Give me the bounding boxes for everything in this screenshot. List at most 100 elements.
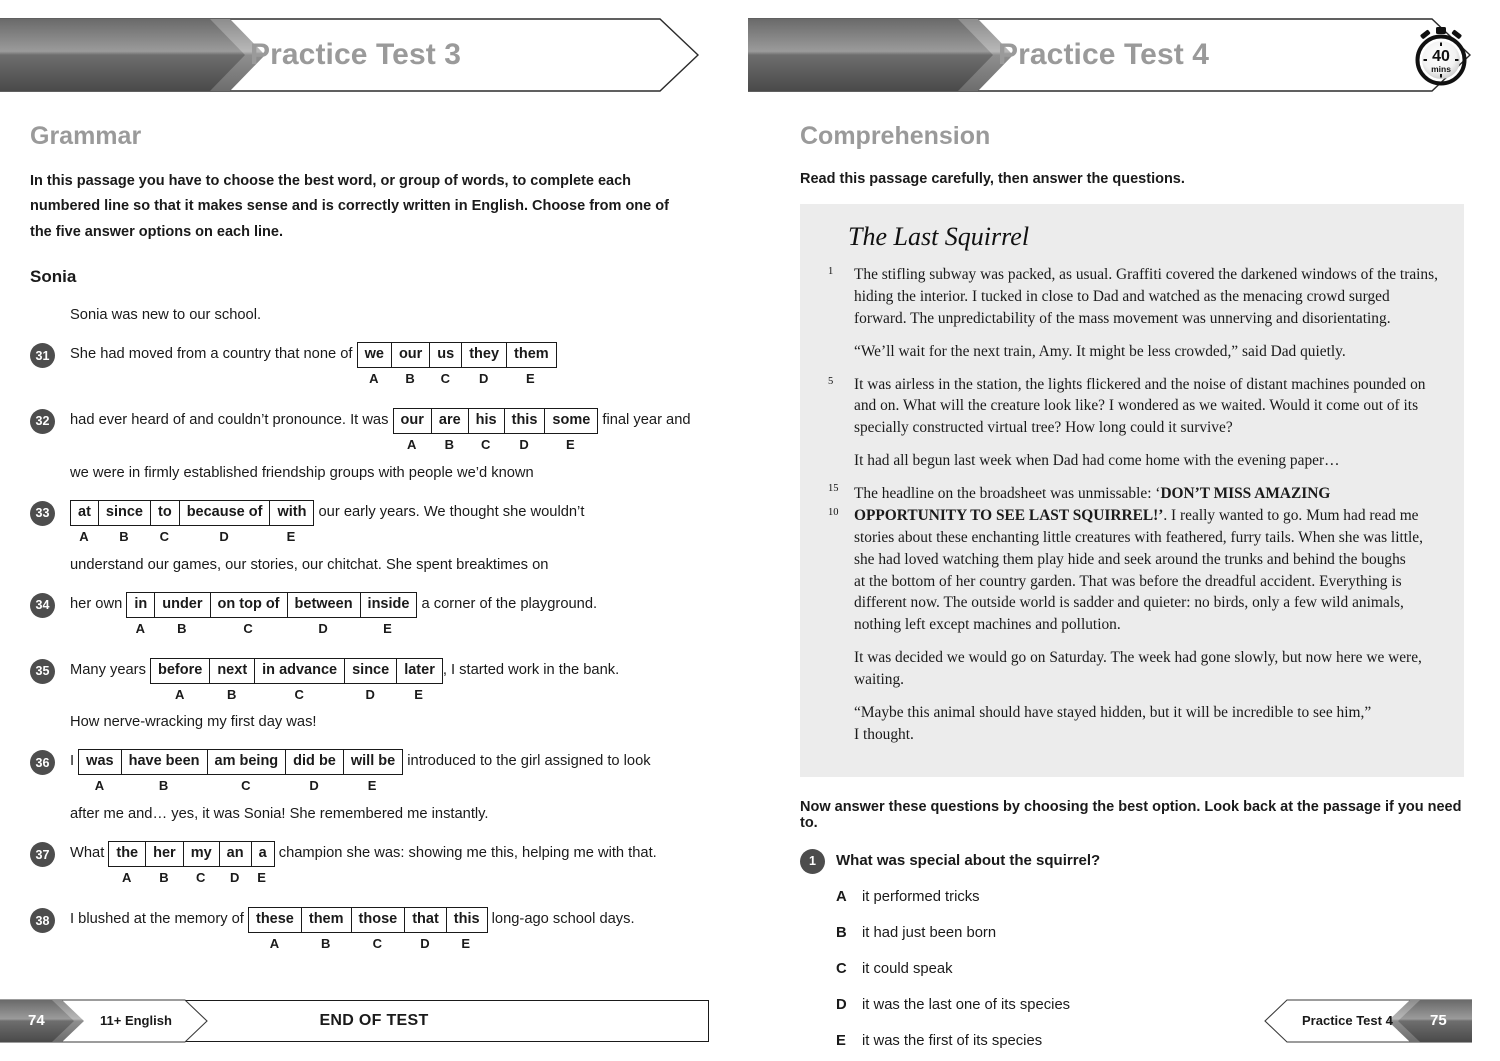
question-line: What the her my an a A B C D E champion she was: …	[70, 841, 718, 888]
option-box[interactable]: between	[288, 592, 361, 617]
answer-option-group: the her my an a A B C D E	[108, 841, 275, 888]
option-box[interactable]: later	[397, 659, 442, 683]
read-instruction: Read this passage carefully, then answer…	[800, 171, 1185, 187]
option-letter: A	[79, 528, 89, 544]
passage-line-number: 15	[828, 483, 839, 494]
passage-line-number: 5	[828, 375, 834, 387]
question-text-before: I blushed at the memory of	[70, 911, 248, 928]
option-letters: A B C D E	[357, 370, 557, 389]
option-box[interactable]: are	[432, 408, 469, 433]
left-footer-label: 11+ English	[100, 1013, 172, 1028]
option-letter: A	[407, 437, 417, 452]
option-box[interactable]: did be	[286, 750, 344, 775]
passage-paragraph: It had all begun last week when Dad had …	[822, 450, 1442, 472]
answer-letter: B	[836, 924, 847, 941]
option-box[interactable]: since	[345, 658, 398, 683]
question-text-after: our early years. We thought she wouldn’t	[314, 503, 585, 520]
option-box[interactable]: in	[127, 592, 156, 617]
option-box[interactable]: under	[155, 592, 211, 617]
passage-text: It had all begun last week when Dad had …	[854, 452, 1340, 470]
passage-body: 1 The stifling subway was packed, as usua…	[822, 264, 1442, 746]
option-box[interactable]: before	[151, 658, 211, 683]
option-box[interactable]: the	[109, 842, 147, 867]
left-page-banner: Practice Test 3	[0, 18, 748, 92]
question-number-badge: 1	[800, 848, 825, 874]
option-letter: B	[227, 686, 237, 702]
option-box[interactable]: an	[220, 842, 252, 867]
grammar-intro-text: In this passage you have to choose the b…	[30, 173, 669, 240]
question-continuation-line: after me and… yes, it was Sonia! She rem…	[70, 806, 489, 823]
option-box[interactable]: them	[507, 343, 556, 367]
option-letter: E	[286, 528, 296, 544]
grammar-question: 36 I was have been am being did be will be A B C…	[30, 749, 718, 822]
left-page: Practice Test 3 Grammar In this passage …	[0, 0, 748, 1061]
option-box[interactable]: am being	[208, 750, 287, 775]
option-box[interactable]: them	[302, 908, 352, 933]
option-letter: A	[135, 620, 145, 636]
answer-letter: D	[836, 996, 847, 1013]
question-number-badge: 35	[30, 658, 55, 684]
option-box[interactable]: with	[270, 501, 313, 525]
option-boxes: was have been am being did be will be	[78, 749, 404, 776]
option-box[interactable]: since	[99, 500, 151, 525]
question-text-after: champion she was: showing me this, helpi…	[274, 845, 657, 862]
option-box[interactable]: to	[151, 500, 180, 525]
option-box[interactable]: our	[394, 408, 432, 433]
passage-paragraph: “Maybe this animal should have stayed hi…	[822, 702, 1442, 746]
option-letters: A B C D E	[150, 686, 443, 705]
stopwatch-icon: 40 mins	[1410, 25, 1472, 87]
comprehension-section-heading: Comprehension	[800, 122, 991, 150]
option-box[interactable]: they	[462, 343, 508, 368]
option-letter: D	[229, 870, 240, 886]
option-box[interactable]: our	[392, 343, 431, 368]
answer-option[interactable]: Ait performed tricks	[836, 889, 1464, 905]
answer-option[interactable]: Cit could speak	[836, 961, 1464, 977]
option-box[interactable]: have been	[122, 750, 208, 775]
option-letter: C	[480, 437, 491, 452]
option-box[interactable]: my	[184, 842, 220, 867]
option-box[interactable]: in advance	[255, 658, 346, 683]
option-box[interactable]: those	[352, 908, 406, 933]
option-box[interactable]: a	[252, 842, 274, 866]
option-box[interactable]: her	[146, 842, 184, 867]
option-box[interactable]: at	[71, 500, 99, 525]
option-box[interactable]: that	[405, 908, 447, 933]
passage-text: “We’ll wait for the next train, Amy. It …	[854, 342, 1346, 360]
option-letter: A	[94, 778, 105, 794]
option-letter: D	[318, 620, 328, 636]
option-box[interactable]: because of	[180, 500, 271, 525]
option-box[interactable]: on top of	[211, 592, 288, 617]
option-letter: E	[257, 870, 266, 886]
timer-value: 40	[1432, 48, 1450, 65]
question-number-badge: 31	[30, 343, 55, 369]
lead-line: Sonia was new to our school.	[70, 307, 262, 324]
option-letter: D	[519, 437, 529, 452]
question-text-after: introduced to the girl assigned to look	[403, 753, 651, 770]
option-box[interactable]: we	[358, 343, 392, 368]
option-letter: D	[420, 936, 430, 952]
option-box[interactable]: these	[249, 908, 302, 933]
option-boxes: we our us they them	[356, 342, 557, 369]
passage-title: The Last Squirrel	[848, 222, 1030, 251]
option-box[interactable]: next	[210, 658, 256, 683]
option-box[interactable]: will be	[344, 750, 402, 774]
option-letter: E	[526, 371, 535, 387]
question-continuation-line: understand our games, our stories, our c…	[70, 556, 549, 573]
left-page-number: 74	[28, 1012, 45, 1029]
option-box[interactable]: this	[505, 408, 546, 433]
option-box[interactable]: inside	[361, 593, 417, 617]
option-box[interactable]: this	[447, 908, 487, 932]
passage-paragraph: 10 15 The headline on the broadsheet was u…	[822, 483, 1442, 636]
option-box[interactable]: his	[469, 408, 505, 433]
option-letter: A	[369, 371, 379, 387]
option-box[interactable]: some	[545, 409, 597, 433]
answer-option[interactable]: Bit had just been born	[836, 925, 1464, 941]
question-text-after: final year and	[598, 411, 691, 428]
question-text-before: I	[70, 753, 79, 770]
option-boxes: before next in advance since later	[150, 657, 443, 684]
option-box[interactable]: was	[79, 750, 122, 775]
answer-option-group: these them those that this A B C D E	[247, 907, 488, 954]
question-text-before: Many years	[70, 661, 150, 678]
option-boxes: the her my an a	[108, 841, 275, 868]
option-box[interactable]: us	[430, 343, 463, 368]
